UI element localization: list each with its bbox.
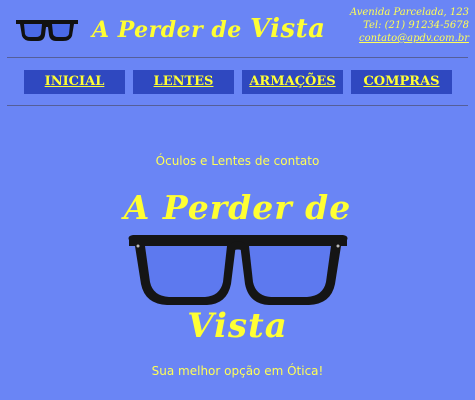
site-logo-title[interactable]: A Perder de Vista bbox=[92, 14, 326, 44]
contact-address: Avenida Parcelada, 123 bbox=[349, 7, 469, 18]
nav-item-lentes[interactable]: LENTES bbox=[133, 70, 234, 94]
contact-email-link[interactable]: contato@apdv.com.br bbox=[350, 32, 469, 45]
hero-title-line1: A Perder de bbox=[123, 188, 352, 227]
contact-phone: Tel: (21) 91234-5678 bbox=[363, 20, 469, 31]
logo-title-text: A Perder de bbox=[92, 17, 250, 43]
site-header: A Perder de Vista Avenida Parcelada, 123… bbox=[0, 0, 475, 56]
tagline: Sua melhor opção em Ótica! bbox=[151, 364, 324, 378]
nav-divider bbox=[7, 105, 468, 106]
hero-title-line2: Vista bbox=[187, 306, 288, 346]
main-nav: INICIAL LENTES ARMAÇÕES COMPRAS bbox=[24, 70, 452, 94]
hero-glasses-image bbox=[128, 235, 348, 305]
nav-item-compras[interactable]: COMPRAS bbox=[351, 70, 452, 94]
page-subtitle: Óculos e Lentes de contato bbox=[155, 154, 320, 168]
nav-item-inicial[interactable]: INICIAL bbox=[24, 70, 125, 94]
logo-title-emphasis: Vista bbox=[249, 14, 326, 44]
nav-item-armacoes[interactable]: ARMAÇÕES bbox=[242, 70, 343, 94]
header-divider bbox=[7, 57, 468, 58]
contact-info: Avenida Parcelada, 123 Tel: (21) 91234-5… bbox=[350, 6, 469, 45]
glasses-icon bbox=[16, 20, 78, 41]
